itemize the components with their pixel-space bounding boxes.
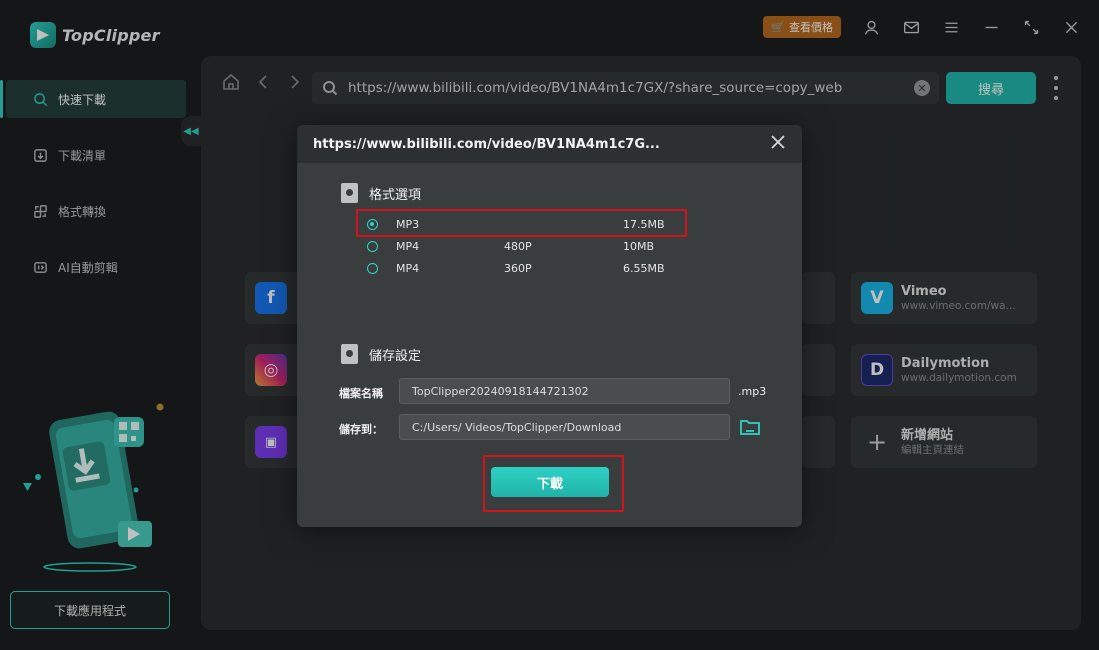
- dialog-header: https://www.bilibili.com/video/BV1NA4m1c…: [297, 125, 802, 163]
- radio-button[interactable]: [367, 240, 378, 252]
- format-section-title: 格式選項: [341, 183, 421, 203]
- format-option-mp4-360[interactable]: MP4 360P 6.55MB: [367, 259, 665, 277]
- highlight-box-mp3: [356, 209, 687, 237]
- save-section-title: 儲存設定: [341, 344, 421, 364]
- save-section-label: 儲存設定: [369, 348, 422, 364]
- dialog-title: https://www.bilibili.com/video/BV1NA4m1c…: [313, 136, 660, 152]
- filename-label: 檔案名稱: [339, 387, 383, 400]
- format-resolution: 480P: [504, 239, 532, 253]
- saveto-input[interactable]: C:/Users/ Videos/TopClipper/Download: [399, 414, 730, 440]
- download-dialog: https://www.bilibili.com/video/BV1NA4m1c…: [297, 125, 802, 527]
- filename-input[interactable]: TopClipper20240918144721302: [399, 378, 730, 404]
- format-section-label: 格式選項: [369, 187, 422, 203]
- radio-button[interactable]: [367, 262, 378, 274]
- app-window: TopClipper 🛒 查看價格 快速下載 下載清單 格式轉換 AI自動剪輯 …: [0, 0, 1099, 650]
- format-size: 6.55MB: [623, 261, 665, 275]
- folder-icon[interactable]: [739, 417, 761, 437]
- format-option-mp4-480[interactable]: MP4 480P 10MB: [367, 237, 654, 255]
- file-extension: .mp3: [738, 385, 767, 398]
- close-icon[interactable]: [770, 134, 788, 152]
- format-name: MP4: [396, 239, 420, 253]
- saveto-label: 儲存到：: [339, 423, 383, 436]
- settings-file-icon: [341, 344, 358, 364]
- format-size: 10MB: [623, 239, 655, 253]
- format-name: MP4: [396, 261, 420, 275]
- format-file-icon: [341, 183, 358, 203]
- format-resolution: 360P: [504, 261, 532, 275]
- highlight-box-download: [483, 455, 624, 512]
